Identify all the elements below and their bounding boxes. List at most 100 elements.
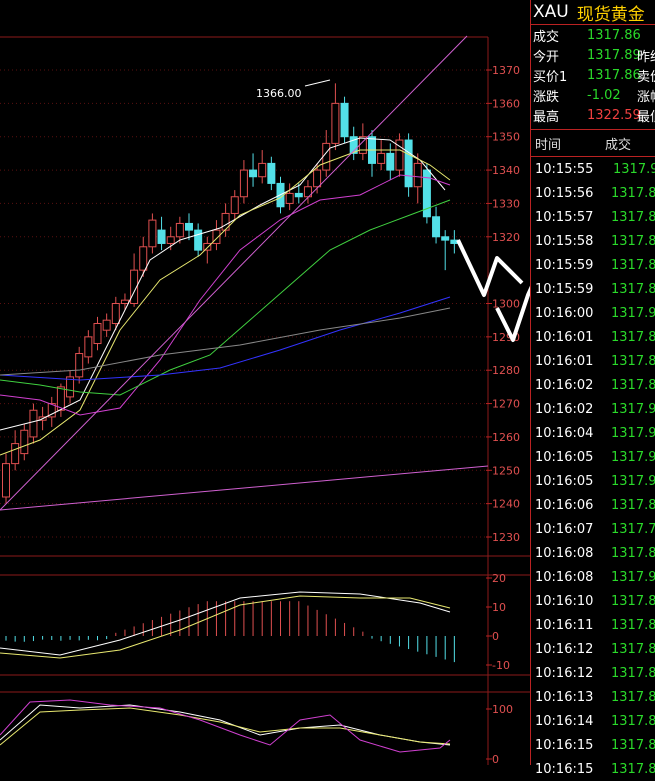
- tick-price: 1317.86: [611, 258, 655, 273]
- candle-body: [341, 103, 348, 136]
- tick-row[interactable]: 10:16:01 1317.86: [531, 325, 655, 349]
- quote-value: 1322.59: [587, 108, 637, 123]
- tick-row[interactable]: 10:15:59 1317.86: [531, 253, 655, 277]
- tick-row[interactable]: 10:16:10 1317.82: [531, 589, 655, 613]
- tick-list[interactable]: 10:15:55 1317.91 10:15:56 1317.87 10:15:57 13…: [531, 157, 655, 781]
- quote-rows: 成交1317.86今开1317.89昨结买价11317.86卖价涨跌-1.02涨…: [531, 25, 655, 125]
- tick-price-value: 1317.83: [611, 546, 655, 561]
- tick-time: 10:16:05: [531, 450, 611, 465]
- tick-price-value: 1317.83: [611, 618, 655, 633]
- tick-price: 1317.86: [611, 210, 655, 225]
- tick-price-value: 1317.92: [611, 402, 655, 417]
- tick-price-value: 1317.86: [611, 258, 655, 273]
- candle-body: [295, 193, 302, 196]
- symbol-code: XAU: [533, 2, 569, 22]
- tick-row[interactable]: 10:16:13 1317.82: [531, 685, 655, 709]
- candle-body: [378, 153, 385, 163]
- tick-row[interactable]: 10:16:07 1317.78: [531, 517, 655, 541]
- tick-price-value: 1317.86: [611, 282, 655, 297]
- tick-time: 10:16:11: [531, 618, 611, 633]
- candle-body: [140, 247, 147, 270]
- quote-row: 成交 1317.86: [531, 25, 655, 45]
- tick-row[interactable]: 10:16:02 1317.92: [531, 397, 655, 421]
- annotation-leader: [305, 80, 330, 86]
- tick-row[interactable]: 10:16:12 1317.86: [531, 637, 655, 661]
- candle-body: [387, 153, 394, 170]
- tick-price: 1317.91: [613, 162, 655, 177]
- tick-row[interactable]: 10:16:08 1317.90: [531, 565, 655, 589]
- tick-row[interactable]: 10:15:59 1317.86: [531, 277, 655, 301]
- tick-price-value: 1317.82: [611, 594, 655, 609]
- tick-price: 1317.87: [611, 186, 655, 201]
- tick-row[interactable]: 10:16:12 1317.89: [531, 661, 655, 685]
- symbol-header: XAU 现货黄金: [531, 0, 655, 25]
- tick-price: 1317.91: [611, 306, 655, 321]
- candle-body: [195, 230, 202, 250]
- candle-body: [3, 464, 10, 497]
- tick-time: 10:16:15: [531, 762, 611, 777]
- tick-time: 10:15:59: [531, 258, 611, 273]
- tick-time: 10:16:12: [531, 642, 611, 657]
- tick-price: 1317.96: [611, 450, 655, 465]
- tick-price: 1317.84: [611, 354, 655, 369]
- candle-body: [76, 354, 83, 377]
- candlestick-chart[interactable]: 1370136013501340133013201300129012801270…: [0, 0, 530, 765]
- tick-price-value: 1317.87: [611, 186, 655, 201]
- quote-extra-label: 昨结: [637, 46, 655, 65]
- tick-price: 1317.92: [611, 402, 655, 417]
- tick-price: 1317.80: [611, 714, 655, 729]
- quote-row: 今开 1317.89昨结: [531, 45, 655, 65]
- candle-body: [21, 430, 28, 453]
- tick-price-value: 1317.86: [611, 234, 655, 249]
- candle-body: [323, 143, 330, 170]
- tick-table-header: 时间 成交: [531, 129, 655, 157]
- tick-row[interactable]: 10:16:11 1317.83: [531, 613, 655, 637]
- tick-price-value: 1317.87: [611, 498, 655, 513]
- price-axis-label: 1320: [492, 231, 520, 244]
- tick-row[interactable]: 10:16:00 1317.91: [531, 301, 655, 325]
- tick-time: 10:16:08: [531, 546, 611, 561]
- tick-row[interactable]: 10:16:01 1317.84: [531, 349, 655, 373]
- chart-area[interactable]: 1370 1360 1350 1340 1330 1320 1300 1290 1280 1270…: [0, 0, 530, 765]
- annotation-high-label: 1366.00: [256, 87, 302, 100]
- tick-row[interactable]: 10:15:55 1317.91: [531, 157, 655, 181]
- tick-row[interactable]: 10:16:05 1317.91: [531, 469, 655, 493]
- tick-row[interactable]: 10:16:14 1317.80: [531, 709, 655, 733]
- tick-row[interactable]: 10:15:56 1317.87: [531, 181, 655, 205]
- tick-time: 10:16:13: [531, 690, 611, 705]
- tick-price-value: 1317.86: [611, 330, 655, 345]
- tick-row[interactable]: 10:16:02 1317.89: [531, 373, 655, 397]
- tick-price-value: 1317.82: [611, 690, 655, 705]
- tick-price: 1317.86: [611, 642, 655, 657]
- candle-body: [176, 223, 183, 236]
- price-axis-label: 1270: [492, 398, 520, 411]
- tick-row[interactable]: 10:15:57 1317.86: [531, 205, 655, 229]
- tick-row[interactable]: 10:16:08 1317.83: [531, 541, 655, 565]
- tick-row[interactable]: 10:16:06 1317.87: [531, 493, 655, 517]
- quote-extra-label: 最低: [637, 106, 655, 125]
- tick-price-value: 1317.87: [611, 738, 655, 753]
- quote-label: 最高: [531, 106, 587, 125]
- price-axis-label: 1330: [492, 197, 520, 210]
- candle-body: [314, 170, 321, 187]
- tick-price: 1317.87: [611, 762, 655, 777]
- tick-row[interactable]: 10:16:15 1317.87: [531, 733, 655, 757]
- quote-extra-label: 涨幅: [637, 86, 655, 105]
- kdj-j-line: [0, 700, 450, 752]
- quote-panel: XAU 现货黄金 成交1317.86今开1317.89昨结买价11317.86卖…: [530, 0, 655, 765]
- tick-row[interactable]: 10:16:15 1317.87: [531, 757, 655, 781]
- tick-price: 1317.87: [611, 498, 655, 513]
- macd-axis-label: 10: [492, 601, 506, 614]
- symbol-name: 现货黄金: [577, 0, 645, 25]
- tick-row[interactable]: 10:15:58 1317.86: [531, 229, 655, 253]
- tick-time: 10:16:10: [531, 594, 611, 609]
- candle-body: [405, 140, 412, 187]
- candle-body: [240, 170, 247, 197]
- ma10-line: [0, 150, 450, 455]
- quote-value: -1.02: [587, 88, 637, 103]
- tick-row[interactable]: 10:16:05 1317.96: [531, 445, 655, 469]
- tick-row[interactable]: 10:16:04 1317.90: [531, 421, 655, 445]
- candle-body: [442, 237, 449, 240]
- tick-time: 10:15:56: [531, 186, 611, 201]
- quote-row: 买价11317.86卖价: [531, 65, 655, 85]
